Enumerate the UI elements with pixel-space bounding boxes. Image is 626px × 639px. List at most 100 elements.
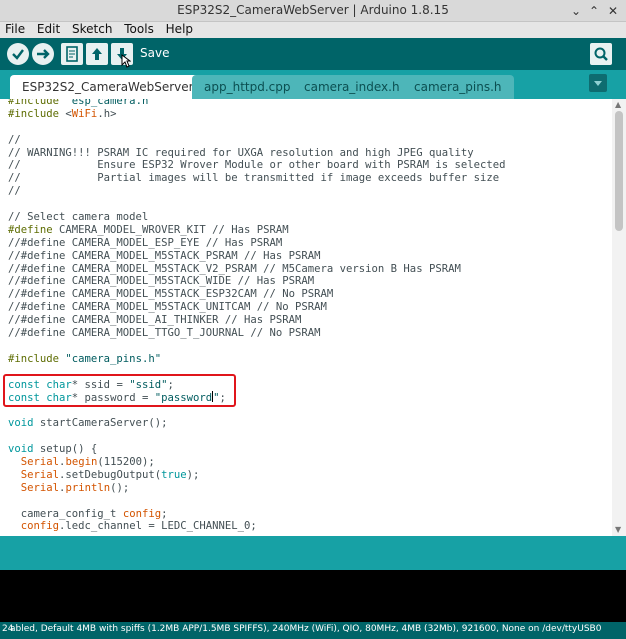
code-line[interactable]: //#define CAMERA_MODEL_TTGO_T_JOURNAL //…: [8, 327, 505, 340]
window-title: ESP32S2_CameraWebServer | Arduino 1.8.15: [177, 3, 449, 17]
code-token: true: [161, 468, 187, 481]
code-line[interactable]: #include <WiFi.h>: [8, 108, 505, 121]
code-line[interactable]: //#define CAMERA_MODEL_AI_THINKER // Has…: [8, 314, 505, 327]
code-line[interactable]: config.ledc_channel = LEDC_CHANNEL_0;: [8, 520, 505, 533]
tab-camera-pins[interactable]: camera_pins.h: [402, 75, 514, 99]
code-token: //#define CAMERA_MODEL_M5STACK_ESP32CAM …: [8, 288, 334, 301]
menu-sketch[interactable]: Sketch: [72, 22, 112, 36]
code-token: );: [186, 468, 200, 481]
code-token: //#define CAMERA_MODEL_M5STACK_V2_PSRAM …: [8, 262, 461, 275]
code-token: ;: [161, 507, 168, 520]
code-token: Serial: [20, 468, 60, 481]
tab-app-httpd[interactable]: app_httpd.cpp: [192, 75, 303, 99]
credentials-highlight-box: [3, 374, 236, 407]
code-line[interactable]: void startCameraServer();: [8, 417, 505, 430]
menu-help[interactable]: Help: [166, 22, 193, 36]
menu-edit[interactable]: Edit: [37, 22, 60, 36]
code-line[interactable]: //#define CAMERA_MODEL_M5STACK_UNITCAM /…: [8, 301, 505, 314]
code-text[interactable]: #include "esp_camera.h" #include <WiFi.h>…: [8, 99, 505, 533]
code-line[interactable]: [8, 198, 505, 211]
code-token: config: [20, 520, 60, 533]
code-token: "camera_pins.h": [65, 352, 162, 365]
code-token: // Partial images will be transmitted if…: [8, 172, 500, 185]
code-line[interactable]: void setup() {: [8, 443, 505, 456]
code-line[interactable]: //#define CAMERA_MODEL_M5STACK_ESP32CAM …: [8, 288, 505, 301]
code-line[interactable]: camera_config_t config;: [8, 508, 505, 521]
code-line[interactable]: //#define CAMERA_MODEL_M5STACK_V2_PSRAM …: [8, 263, 505, 276]
upload-icon[interactable]: [32, 43, 54, 65]
code-line[interactable]: [8, 121, 505, 134]
scroll-down-icon[interactable]: ▼: [615, 525, 621, 534]
serial-monitor-icon[interactable]: [590, 43, 612, 65]
code-token: () {: [71, 443, 98, 456]
tab-main-sketch[interactable]: ESP32S2_CameraWebServer §: [10, 75, 216, 99]
menu-file[interactable]: File: [5, 22, 25, 36]
code-line[interactable]: //: [8, 134, 505, 147]
minimize-button[interactable]: ⌄: [568, 3, 584, 19]
menu-tools[interactable]: Tools: [124, 22, 154, 36]
code-line[interactable]: // Ensure ESP32 Wrover Module or other b…: [8, 159, 505, 172]
code-line[interactable]: [8, 495, 505, 508]
code-token: Serial: [20, 481, 60, 494]
code-token: // WARNING!!! PSRAM IC required for UXGA…: [8, 146, 474, 159]
code-token: startCameraServer();: [39, 417, 168, 430]
code-token: .h>: [97, 107, 117, 120]
code-line[interactable]: // Select camera model: [8, 211, 505, 224]
tab-camera-index[interactable]: camera_index.h: [292, 75, 412, 99]
code-token: void: [8, 443, 40, 456]
code-token: begin: [65, 455, 98, 468]
code-token: setup: [39, 443, 72, 456]
open-icon[interactable]: [86, 43, 108, 65]
tab-menu-icon[interactable]: [589, 74, 607, 92]
scroll-up-icon[interactable]: ▲: [615, 100, 621, 109]
code-token: .setDebugOutput(: [59, 468, 162, 481]
code-token: config: [122, 507, 162, 520]
code-line[interactable]: #define CAMERA_MODEL_WROVER_KIT // Has P…: [8, 224, 505, 237]
verify-icon[interactable]: [7, 43, 29, 65]
code-line[interactable]: //: [8, 185, 505, 198]
editor-scrollbar[interactable]: ▲ ▼: [612, 99, 626, 536]
code-token: #define: [8, 223, 60, 236]
title-bar: ESP32S2_CameraWebServer | Arduino 1.8.15…: [0, 0, 626, 22]
save-tooltip-label: Save: [140, 46, 170, 60]
code-line[interactable]: //#define CAMERA_MODEL_M5STACK_PSRAM // …: [8, 250, 505, 263]
code-line[interactable]: Serial.begin(115200);: [8, 456, 505, 469]
message-area: [0, 536, 626, 570]
code-token: .ledc_channel = LEDC_CHANNEL_0;: [59, 520, 257, 533]
code-line[interactable]: Serial.setDebugOutput(true);: [8, 469, 505, 482]
code-token: "esp_camera.h": [65, 99, 155, 107]
code-line[interactable]: //#define CAMERA_MODEL_ESP_EYE // Has PS…: [8, 237, 505, 250]
code-token: //#define CAMERA_MODEL_M5STACK_PSRAM // …: [8, 249, 321, 262]
code-token: #include: [8, 352, 66, 365]
code-line[interactable]: [8, 340, 505, 353]
toolbar: Save: [0, 38, 626, 70]
new-icon[interactable]: [61, 43, 83, 65]
code-line[interactable]: // WARNING!!! PSRAM IC required for UXGA…: [8, 147, 505, 160]
code-line[interactable]: #include "camera_pins.h": [8, 353, 505, 366]
code-token: #include: [8, 99, 66, 107]
code-token: #include: [8, 107, 66, 120]
code-token: ();: [110, 481, 130, 494]
code-line[interactable]: [8, 430, 505, 443]
code-line[interactable]: // Partial images will be transmitted if…: [8, 172, 505, 185]
code-token: CAMERA_MODEL_WROVER_KIT // Has PSRAM: [59, 223, 289, 236]
scrollbar-thumb[interactable]: [615, 111, 623, 231]
code-line[interactable]: #include "esp_camera.h": [8, 99, 505, 108]
close-button[interactable]: ✕: [605, 3, 621, 19]
code-token: // Ensure ESP32 Wrover Module or other b…: [8, 159, 506, 172]
code-token: camera_config_t: [8, 507, 123, 520]
board-info: abled, Default 4MB with spiffs (1.2MB AP…: [10, 624, 602, 634]
code-line[interactable]: Serial.println();: [8, 482, 505, 495]
code-token: //#define CAMERA_MODEL_M5STACK_WIDE // H…: [8, 275, 315, 288]
code-token: Serial: [20, 455, 60, 468]
maximize-button[interactable]: ⌃: [586, 3, 602, 19]
code-token: //: [8, 133, 21, 146]
code-token: println: [65, 481, 111, 494]
code-token: // Select camera model: [8, 211, 149, 224]
code-line[interactable]: //#define CAMERA_MODEL_M5STACK_WIDE // H…: [8, 275, 505, 288]
code-editor[interactable]: #include "esp_camera.h" #include <WiFi.h>…: [0, 99, 612, 536]
